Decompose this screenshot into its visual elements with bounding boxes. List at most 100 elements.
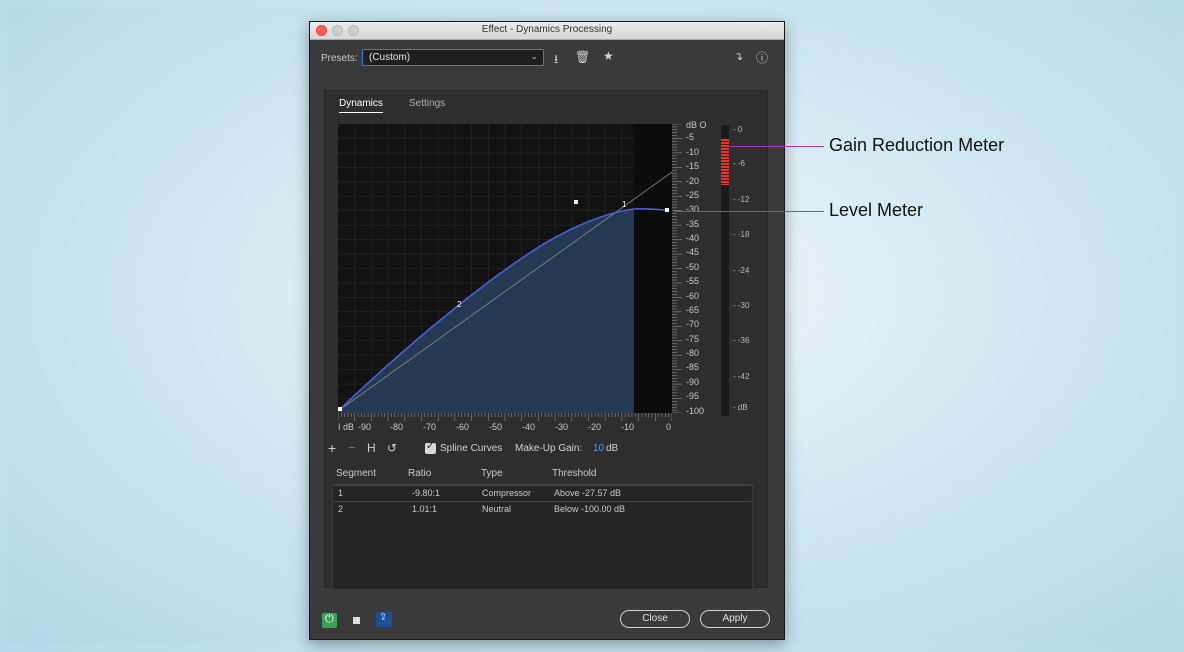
reset-curve-icon[interactable]: ↺	[387, 441, 397, 455]
y-axis-label: -70	[686, 319, 700, 330]
point-label-1: 1	[622, 200, 627, 209]
hold-icon[interactable]: H	[367, 441, 376, 455]
save-preset-icon[interactable]: ⭳	[554, 50, 558, 71]
y-axis-label: -30	[686, 204, 700, 215]
y-axis-label: -20	[686, 175, 700, 186]
x-axis-label: -70	[423, 422, 437, 432]
point-label-2: 2	[457, 300, 462, 309]
cell-threshold: Below -100.00 dB	[554, 504, 626, 514]
y-axis-label: -25	[686, 189, 700, 200]
graph-clip-region	[634, 124, 672, 413]
cell-segment: 2	[338, 504, 344, 514]
power-icon: ⏻	[325, 613, 334, 625]
x-axis-label: -20	[588, 422, 602, 432]
cell-threshold: Above -27.57 dB	[554, 488, 622, 498]
header-type: Type	[481, 468, 503, 479]
y-axis-label: -55	[686, 276, 700, 287]
x-axis-label: -50	[489, 422, 503, 432]
x-axis-label: -40	[522, 422, 536, 432]
x-axis-label: I dB	[338, 422, 355, 432]
cell-segment: 1	[338, 488, 344, 498]
y-ruler	[672, 124, 682, 413]
delete-preset-icon[interactable]: 🗑	[575, 50, 590, 64]
x-axis-label: -80	[390, 422, 404, 432]
dynamics-graph-svg: 1 2	[338, 124, 672, 413]
gain-reduction-callout-line	[730, 146, 824, 147]
x-axis-label: 0	[666, 422, 672, 432]
presets-dropdown[interactable]: (Custom) ⌄	[362, 49, 544, 66]
table-row[interactable]: 1 -9.80:1 Compressor Above -27.57 dB	[334, 485, 751, 500]
gain-reduction-label: - -42	[733, 372, 750, 381]
level-callout: Level Meter	[829, 200, 924, 220]
gain-reduction-label: - 0	[733, 125, 743, 134]
close-button[interactable]: Close	[620, 610, 690, 628]
info-icon[interactable]: ⓘ	[756, 49, 768, 66]
y-axis-label: -85	[686, 362, 700, 373]
makeup-gain-label: Make-Up Gain:	[515, 443, 583, 454]
spline-curves-checkbox[interactable]: ✓	[425, 441, 436, 454]
cell-type: Neutral	[482, 504, 512, 514]
makeup-gain-value[interactable]: 10	[593, 443, 604, 454]
gain-reduction-label: - -36	[733, 336, 750, 345]
y-axis-label: -5	[686, 132, 695, 143]
y-axis-label: -40	[686, 233, 700, 244]
y-axis-label: -80	[686, 348, 700, 359]
gain-reduction-label: - dB	[733, 403, 748, 412]
y-axis-label: -35	[686, 218, 700, 229]
gain-reduction-label: - -30	[733, 301, 750, 310]
power-toggle[interactable]: ⏻	[322, 613, 337, 628]
export-icon: ⇪	[379, 612, 388, 623]
gain-reduction-label: - -24	[733, 266, 750, 275]
y-axis-label: -95	[686, 391, 700, 402]
gain-reduction-bar	[721, 139, 729, 185]
apply-to-clip-button[interactable]: ⇪	[376, 612, 392, 627]
cell-ratio: 1.01:1	[412, 504, 438, 514]
y-axis-top-label: dB O	[686, 120, 707, 130]
header-segment: Segment	[336, 468, 377, 479]
y-axis-label: -45	[686, 247, 700, 258]
y-axis-label: -90	[686, 376, 700, 387]
add-point-icon[interactable]: +	[328, 440, 336, 456]
presets-label: Presets:	[321, 53, 358, 64]
x-axis-label: -60	[456, 422, 470, 432]
cell-type: Compressor	[482, 488, 532, 498]
header-ratio: Ratio	[408, 468, 432, 479]
makeup-gain-unit: dB	[606, 443, 619, 454]
tab-dynamics[interactable]: Dynamics	[339, 98, 383, 113]
title-bar: Effect - Dynamics Processing	[310, 22, 784, 40]
dynamics-graph[interactable]: 1 2	[338, 124, 672, 413]
curve-point-control[interactable]	[574, 200, 578, 204]
x-axis-label: -90	[358, 422, 372, 432]
stop-button[interactable]	[353, 617, 360, 624]
remove-point-icon[interactable]: −	[348, 440, 356, 455]
table-row[interactable]: 2 1.01:1 Neutral Below -100.00 dB	[334, 501, 751, 516]
header-threshold: Threshold	[552, 468, 597, 479]
x-axis-label: -30	[555, 422, 569, 432]
gain-reduction-label: - -6	[733, 159, 745, 168]
apply-button[interactable]: Apply	[700, 610, 770, 628]
tab-settings[interactable]: Settings	[409, 98, 445, 109]
favorite-star-icon[interactable]: ★	[603, 49, 614, 63]
gain-reduction-meter	[721, 125, 729, 416]
gain-reduction-label: - -12	[733, 195, 750, 204]
db-label: dB	[686, 120, 698, 130]
y-axis-label: -100	[686, 405, 705, 416]
dynamics-processing-window: Effect - Dynamics Processing Presets: (C…	[309, 21, 785, 640]
y-axis-label: -15	[686, 161, 700, 172]
gain-reduction-callout: Gain Reduction Meter	[829, 135, 1005, 155]
y-axis-label: -65	[686, 304, 700, 315]
window-title: Effect - Dynamics Processing	[481, 24, 613, 35]
y-axis-label: -60	[686, 290, 700, 301]
y-axis-label: -10	[686, 146, 700, 157]
cell-ratio: -9.80:1	[412, 488, 441, 498]
gain-reduction-label: - -18	[733, 230, 750, 239]
x-ruler	[338, 413, 672, 421]
level-callout-line	[674, 211, 824, 212]
spline-curves-label: Spline Curves	[440, 443, 503, 454]
checkmark-icon: ✓	[426, 441, 435, 452]
x-axis-label: -10	[621, 422, 635, 432]
routing-icon[interactable]: ↴	[734, 50, 743, 63]
curve-point-start[interactable]	[338, 407, 342, 411]
presets-value: (Custom)	[369, 52, 411, 63]
curve-point-end[interactable]	[665, 208, 669, 212]
